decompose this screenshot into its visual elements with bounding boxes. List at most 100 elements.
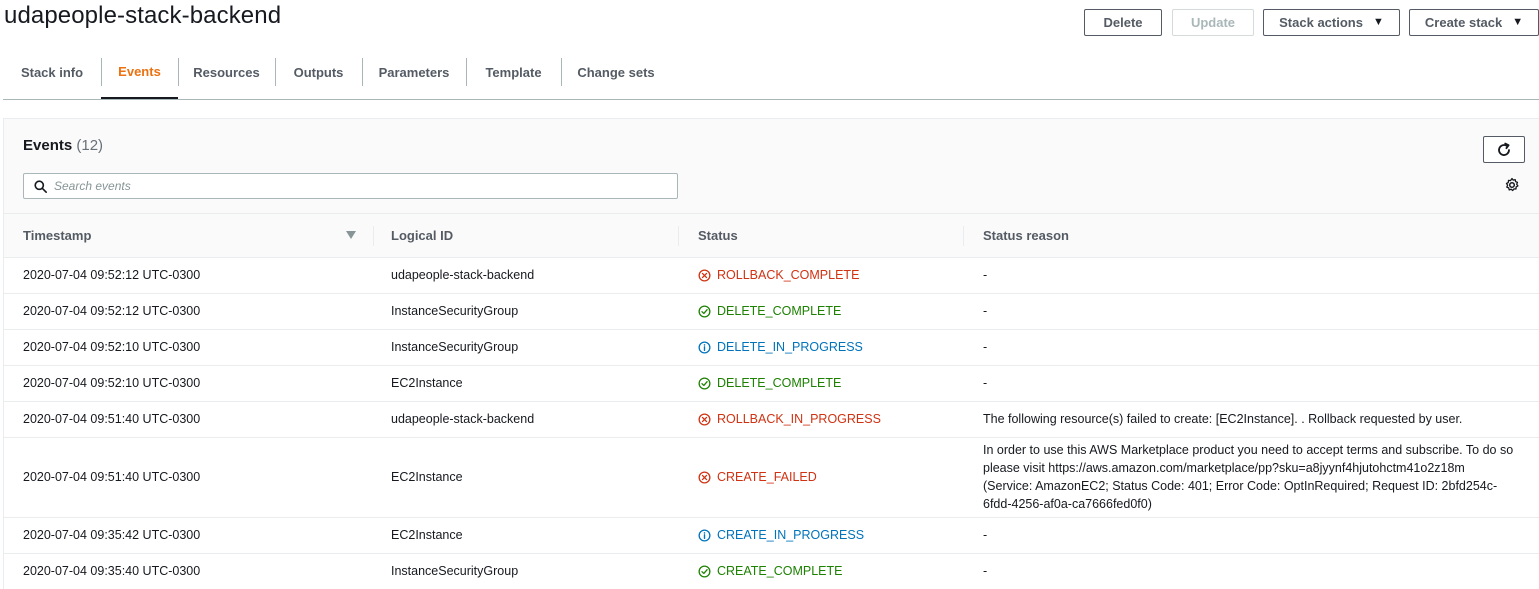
column-header-status[interactable]: Status <box>679 214 964 258</box>
info-circle-icon <box>698 340 711 354</box>
status-reason-cell: In order to use this AWS Marketplace pro… <box>964 437 1539 518</box>
tab-change-sets[interactable]: Change sets <box>561 46 671 99</box>
stack-actions-label: Stack actions <box>1279 15 1363 30</box>
timestamp-cell: 2020-07-04 09:35:40 UTC-0300 <box>4 553 374 589</box>
stack-actions-button[interactable]: Stack actions ▼ <box>1263 9 1400 36</box>
logical-id-cell: EC2Instance <box>374 517 679 554</box>
status-badge: DELETE_IN_PROGRESS <box>698 340 964 354</box>
check-circle-icon <box>698 564 711 578</box>
events-table: Timestamp Logical ID Status Status reaso… <box>4 214 1539 589</box>
check-circle-icon <box>698 304 711 318</box>
sort-down-icon[interactable] <box>346 231 356 239</box>
gear-icon[interactable] <box>1504 177 1520 193</box>
events-count: (12) <box>76 137 104 154</box>
status-label: DELETE_IN_PROGRESS <box>717 340 863 354</box>
status-badge: CREATE_FAILED <box>698 470 964 484</box>
logical-id-cell: InstanceSecurityGroup <box>374 553 679 589</box>
check-circle-icon <box>698 376 711 390</box>
timestamp-cell: 2020-07-04 09:52:12 UTC-0300 <box>4 257 374 294</box>
status-badge: DELETE_COMPLETE <box>698 376 964 390</box>
column-header-label: Logical ID <box>391 227 454 243</box>
update-button[interactable]: Update <box>1172 9 1254 36</box>
status-badge: CREATE_COMPLETE <box>698 564 964 578</box>
status-reason-cell: - <box>964 517 1539 554</box>
status-reason-cell: - <box>964 293 1539 330</box>
error-circle-icon <box>698 412 711 426</box>
info-circle-icon <box>698 528 711 542</box>
create-stack-button[interactable]: Create stack ▼ <box>1409 9 1539 36</box>
tab-outputs[interactable]: Outputs <box>275 46 362 99</box>
status-reason-cell: - <box>964 553 1539 589</box>
table-row[interactable]: 2020-07-04 09:51:40 UTC-0300 udapeople-st… <box>4 401 1539 438</box>
status-badge: ROLLBACK_COMPLETE <box>698 268 964 282</box>
logical-id-cell: InstanceSecurityGroup <box>374 293 679 330</box>
refresh-button[interactable] <box>1483 136 1525 163</box>
column-header-timestamp[interactable]: Timestamp <box>4 214 374 258</box>
status-cell: CREATE_IN_PROGRESS <box>679 517 964 554</box>
status-label: DELETE_COMPLETE <box>717 304 842 318</box>
tab-stack-info[interactable]: Stack info <box>3 46 101 99</box>
table-row[interactable]: 2020-07-04 09:51:40 UTC-0300 EC2Instance C… <box>4 437 1539 518</box>
status-badge: ROLLBACK_IN_PROGRESS <box>698 412 964 426</box>
status-cell: DELETE_COMPLETE <box>679 293 964 330</box>
column-header-label: Timestamp <box>23 227 92 243</box>
status-reason-cell: The following resource(s) failed to crea… <box>964 401 1539 438</box>
search-events-box <box>23 173 678 199</box>
timestamp-cell: 2020-07-04 09:52:10 UTC-0300 <box>4 329 374 366</box>
events-panel: Events (12) Search events Timestamp Logi… <box>3 118 1539 589</box>
caret-down-icon: ▼ <box>1512 16 1524 28</box>
status-label: ROLLBACK_IN_PROGRESS <box>717 412 881 426</box>
status-cell: ROLLBACK_COMPLETE <box>679 257 964 294</box>
timestamp-cell: 2020-07-04 09:51:40 UTC-0300 <box>4 437 374 518</box>
status-label: DELETE_COMPLETE <box>717 376 842 390</box>
status-reason-cell: - <box>964 257 1539 294</box>
logical-id-cell: EC2Instance <box>374 365 679 402</box>
status-label: CREATE_FAILED <box>717 470 817 484</box>
column-header-label: Status reason <box>983 227 1069 243</box>
events-table-body: 2020-07-04 09:52:12 UTC-0300 udapeople-st… <box>4 257 1539 589</box>
refresh-icon <box>1498 142 1510 156</box>
tab-parameters[interactable]: Parameters <box>362 46 466 99</box>
status-cell: CREATE_COMPLETE <box>679 553 964 589</box>
delete-button[interactable]: Delete <box>1084 9 1162 36</box>
timestamp-cell: 2020-07-04 09:52:12 UTC-0300 <box>4 293 374 330</box>
status-label: CREATE_IN_PROGRESS <box>717 528 865 542</box>
timestamp-cell: 2020-07-04 09:35:42 UTC-0300 <box>4 517 374 554</box>
status-label: CREATE_COMPLETE <box>717 564 843 578</box>
status-reason-cell: - <box>964 329 1539 366</box>
column-header-label: Status <box>698 227 738 243</box>
logical-id-cell: InstanceSecurityGroup <box>374 329 679 366</box>
events-panel-header: Events (12) <box>4 119 1539 214</box>
timestamp-cell: 2020-07-04 09:51:40 UTC-0300 <box>4 401 374 438</box>
status-badge: CREATE_IN_PROGRESS <box>698 528 964 542</box>
logical-id-cell: udapeople-stack-backend <box>374 401 679 438</box>
page-title: udapeople-stack-backend <box>4 2 282 29</box>
tab-resources[interactable]: Resources <box>178 46 275 99</box>
caret-down-icon: ▼ <box>1372 16 1384 28</box>
table-row[interactable]: 2020-07-04 09:52:10 UTC-0300 InstanceSecu… <box>4 329 1539 366</box>
logical-id-cell: EC2Instance <box>374 437 679 518</box>
table-row[interactable]: 2020-07-04 09:52:12 UTC-0300 InstanceSecu… <box>4 293 1539 330</box>
search-events-input[interactable] <box>54 179 654 193</box>
error-circle-icon <box>698 268 711 282</box>
status-cell: CREATE_FAILED <box>679 437 964 518</box>
table-row[interactable]: 2020-07-04 09:35:42 UTC-0300 EC2Instance C… <box>4 517 1539 554</box>
table-row[interactable]: 2020-07-04 09:35:40 UTC-0300 InstanceSecu… <box>4 553 1539 589</box>
status-cell: DELETE_IN_PROGRESS <box>679 329 964 366</box>
table-row[interactable]: 2020-07-04 09:52:10 UTC-0300 EC2Instance D… <box>4 365 1539 402</box>
status-cell: DELETE_COMPLETE <box>679 365 964 402</box>
events-heading-label: Events <box>23 137 73 154</box>
logical-id-cell: udapeople-stack-backend <box>374 257 679 294</box>
stack-tabs: Stack info Events Resources Outputs Para… <box>3 46 1539 100</box>
tab-events[interactable]: Events <box>101 46 178 99</box>
error-circle-icon <box>698 470 711 484</box>
status-reason-cell: - <box>964 365 1539 402</box>
events-heading: Events (12) <box>23 137 103 154</box>
column-header-logical-id[interactable]: Logical ID <box>374 214 679 258</box>
search-icon <box>34 179 47 193</box>
column-header-status-reason[interactable]: Status reason <box>964 214 1539 258</box>
status-badge: DELETE_COMPLETE <box>698 304 964 318</box>
timestamp-cell: 2020-07-04 09:52:10 UTC-0300 <box>4 365 374 402</box>
table-row[interactable]: 2020-07-04 09:52:12 UTC-0300 udapeople-st… <box>4 257 1539 294</box>
tab-template[interactable]: Template <box>466 46 561 99</box>
